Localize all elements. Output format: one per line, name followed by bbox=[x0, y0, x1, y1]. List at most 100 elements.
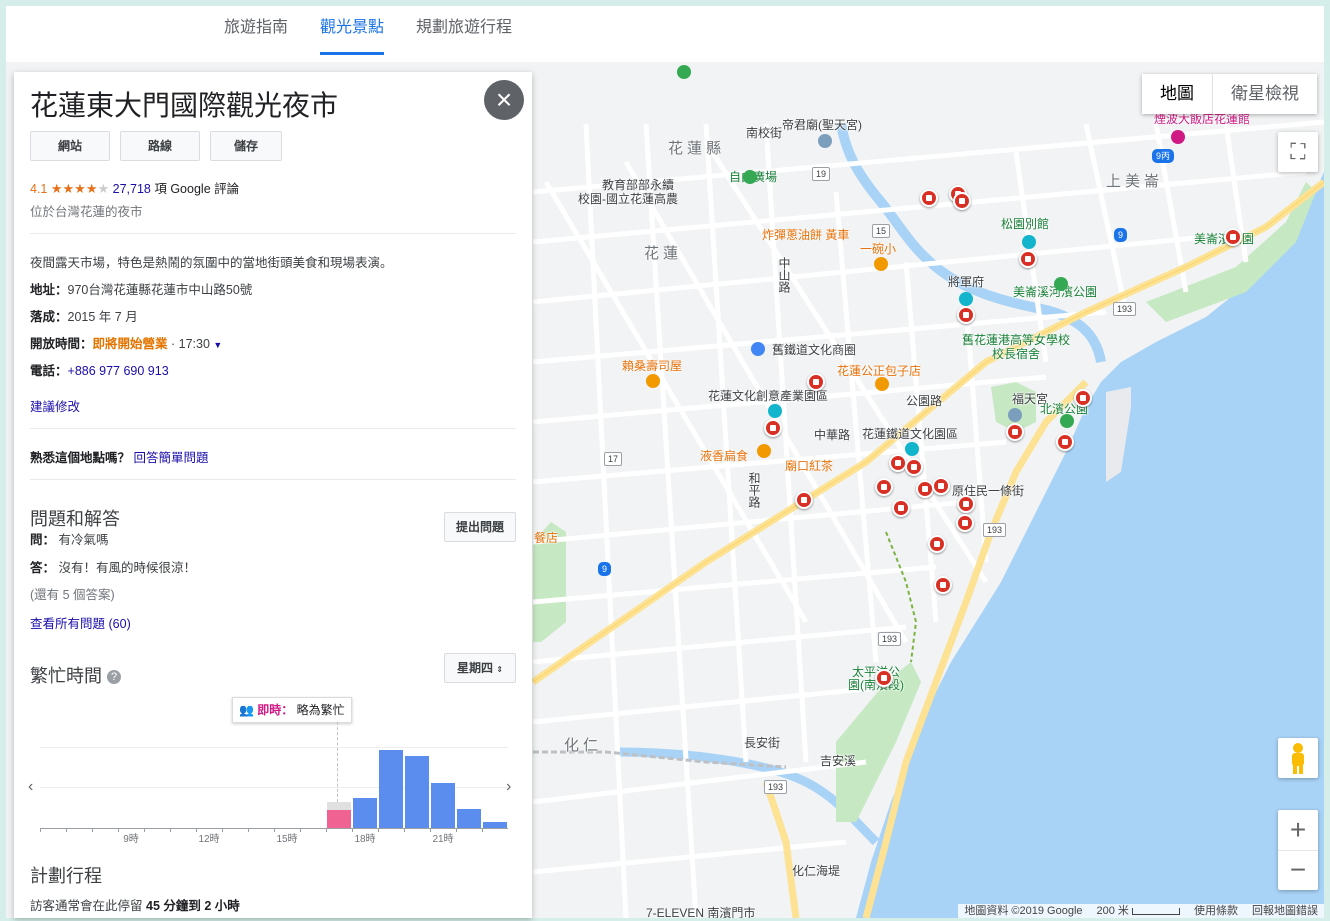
poi-label[interactable]: 花蓮文化創意產業園區 bbox=[708, 387, 828, 404]
attraction-pin[interactable] bbox=[920, 189, 938, 207]
poi-label[interactable]: 帝君廟(聖天宮) bbox=[782, 116, 862, 133]
map-type-map-button[interactable]: 地圖 bbox=[1142, 74, 1213, 114]
street-label: 長安街 bbox=[744, 736, 781, 750]
chart-bar[interactable] bbox=[483, 822, 507, 828]
see-all-questions-link[interactable]: 查看所有問題 (60) bbox=[30, 613, 131, 632]
poi-label[interactable]: 賴桑壽司屋 bbox=[622, 357, 682, 374]
tab-attractions[interactable]: 觀光景點 bbox=[320, 18, 385, 55]
poi-label[interactable]: 將軍府 bbox=[948, 273, 984, 290]
attraction-pin[interactable] bbox=[875, 669, 893, 687]
report-error-link[interactable]: 回報地圖錯誤 bbox=[1252, 904, 1318, 918]
day-select[interactable]: 星期四 ⇕ bbox=[444, 653, 516, 683]
hours-status: 即將開始營業 bbox=[92, 337, 168, 351]
street-label: 公園路 bbox=[906, 394, 943, 408]
chart-tick bbox=[66, 828, 67, 832]
attraction-pin[interactable] bbox=[934, 576, 952, 594]
phone-link[interactable]: +886 977 690 913 bbox=[68, 364, 169, 378]
attraction-pin[interactable] bbox=[1019, 250, 1037, 268]
review-text: 項 Google 評論 bbox=[154, 182, 240, 196]
poi-label[interactable]: 餐店 bbox=[534, 529, 558, 546]
suggest-edit-link[interactable]: 建議修改 bbox=[30, 396, 80, 415]
poi-label[interactable]: 校園-國立花蓮高農 bbox=[578, 190, 678, 207]
park-icon[interactable] bbox=[677, 65, 691, 79]
museum-icon[interactable] bbox=[905, 442, 919, 456]
poi-label[interactable]: 廟口紅茶 bbox=[785, 457, 833, 474]
answer-questions-link[interactable]: 回答簡單問題 bbox=[134, 451, 209, 465]
poi-label[interactable]: 7-ELEVEN 南濱門市 bbox=[646, 904, 755, 918]
poi-label[interactable]: 舊花蓮港高等女學校校長宿舍 bbox=[961, 333, 1071, 361]
hotel-icon[interactable] bbox=[1171, 130, 1185, 144]
tab-travel-guide[interactable]: 旅遊指南 bbox=[224, 18, 288, 51]
attraction-pin[interactable] bbox=[916, 480, 934, 498]
ask-question-button[interactable]: 提出問題 bbox=[444, 512, 516, 542]
street-view-pegman-icon[interactable] bbox=[1278, 738, 1318, 778]
terms-link[interactable]: 使用條款 bbox=[1194, 904, 1238, 918]
chart-bar[interactable] bbox=[431, 783, 455, 828]
attraction-pin[interactable] bbox=[1224, 228, 1242, 246]
website-button[interactable]: 網站 bbox=[30, 131, 110, 161]
poi-label[interactable]: 舊鐵道文化商圈 bbox=[772, 341, 856, 358]
park-icon[interactable] bbox=[743, 170, 757, 184]
attraction-pin[interactable] bbox=[875, 478, 893, 496]
attraction-pin[interactable] bbox=[764, 419, 782, 437]
landmark-icon[interactable] bbox=[959, 292, 973, 306]
chart-prev-icon[interactable]: ‹ bbox=[28, 778, 33, 796]
museum-icon[interactable] bbox=[768, 404, 782, 418]
attraction-pin[interactable] bbox=[932, 477, 950, 495]
chart-tick-label: 12時 bbox=[198, 834, 220, 845]
attraction-pin[interactable] bbox=[1006, 423, 1024, 441]
temple-icon[interactable] bbox=[818, 134, 832, 148]
review-count-link[interactable]: 27,718 項 Google 評論 bbox=[113, 182, 239, 196]
restaurant-icon[interactable] bbox=[757, 444, 771, 458]
chart-bar[interactable] bbox=[379, 749, 403, 828]
street-label: 和平路 bbox=[747, 472, 761, 508]
poi-label[interactable]: 炸彈蔥油餅 黃車 bbox=[762, 226, 849, 243]
park-icon[interactable] bbox=[1054, 277, 1068, 291]
poi-label[interactable]: 松園別館 bbox=[1001, 215, 1049, 232]
poi-label[interactable]: 花蓮鐵道文化園區 bbox=[862, 425, 958, 442]
zoom-in-icon[interactable]: + bbox=[1278, 810, 1318, 851]
attraction-pin[interactable] bbox=[889, 454, 907, 472]
chart-bar[interactable] bbox=[457, 808, 481, 828]
zoom-out-icon[interactable]: − bbox=[1278, 851, 1318, 891]
attraction-pin[interactable] bbox=[807, 373, 825, 391]
park-icon[interactable] bbox=[1060, 414, 1074, 428]
attraction-pin[interactable] bbox=[1056, 433, 1074, 451]
directions-button[interactable]: 路線 bbox=[120, 131, 200, 161]
route-badge: 193 bbox=[878, 632, 902, 646]
chart-bar[interactable] bbox=[405, 756, 429, 828]
completed-value: 2015 年 7 月 bbox=[67, 310, 138, 324]
temple-icon[interactable] bbox=[1008, 408, 1022, 422]
chart-bar[interactable] bbox=[353, 798, 377, 828]
attraction-pin[interactable] bbox=[956, 514, 974, 532]
save-button[interactable]: 儲存 bbox=[210, 131, 282, 161]
help-icon[interactable]: ? bbox=[107, 670, 122, 685]
shopping-icon[interactable] bbox=[751, 342, 765, 356]
place-title: 花蓮東大門國際觀光夜市 bbox=[30, 90, 339, 121]
live-label: 即時： bbox=[257, 703, 294, 717]
attraction-pin[interactable] bbox=[905, 458, 923, 476]
close-icon[interactable]: × bbox=[484, 80, 524, 120]
route-badge: 9 bbox=[1114, 228, 1128, 242]
restaurant-icon[interactable] bbox=[874, 257, 888, 271]
address-row: 地址：970台灣花蓮縣花蓮市中山路50號 bbox=[30, 279, 252, 298]
map-type-satellite-button[interactable]: 衛星檢視 bbox=[1213, 74, 1317, 114]
attraction-pin[interactable] bbox=[953, 192, 971, 210]
museum-icon[interactable] bbox=[1022, 235, 1036, 249]
hours-row[interactable]: 開放時間：即將開始營業 · 17:30 ▼ bbox=[30, 333, 222, 352]
attraction-pin[interactable] bbox=[957, 495, 975, 513]
dropdown-arrow-icon[interactable]: ▼ bbox=[213, 340, 222, 350]
attraction-pin[interactable] bbox=[928, 535, 946, 553]
attraction-pin[interactable] bbox=[892, 499, 910, 517]
tab-plan-trip[interactable]: 規劃旅遊行程 bbox=[416, 18, 512, 51]
area-label: 花蓮縣 bbox=[668, 140, 726, 157]
poi-label[interactable]: 一碗小 bbox=[860, 240, 896, 257]
attraction-pin[interactable] bbox=[795, 491, 813, 509]
restaurant-icon[interactable] bbox=[875, 377, 889, 391]
restaurant-icon[interactable] bbox=[646, 374, 660, 388]
question-row: 問： 有冷氣嗎 bbox=[30, 529, 109, 548]
attraction-pin[interactable] bbox=[1074, 389, 1092, 407]
fullscreen-icon[interactable]: ⛶ bbox=[1278, 132, 1318, 172]
attraction-pin[interactable] bbox=[957, 306, 975, 324]
poi-label[interactable]: 液香扁食 bbox=[700, 447, 748, 464]
